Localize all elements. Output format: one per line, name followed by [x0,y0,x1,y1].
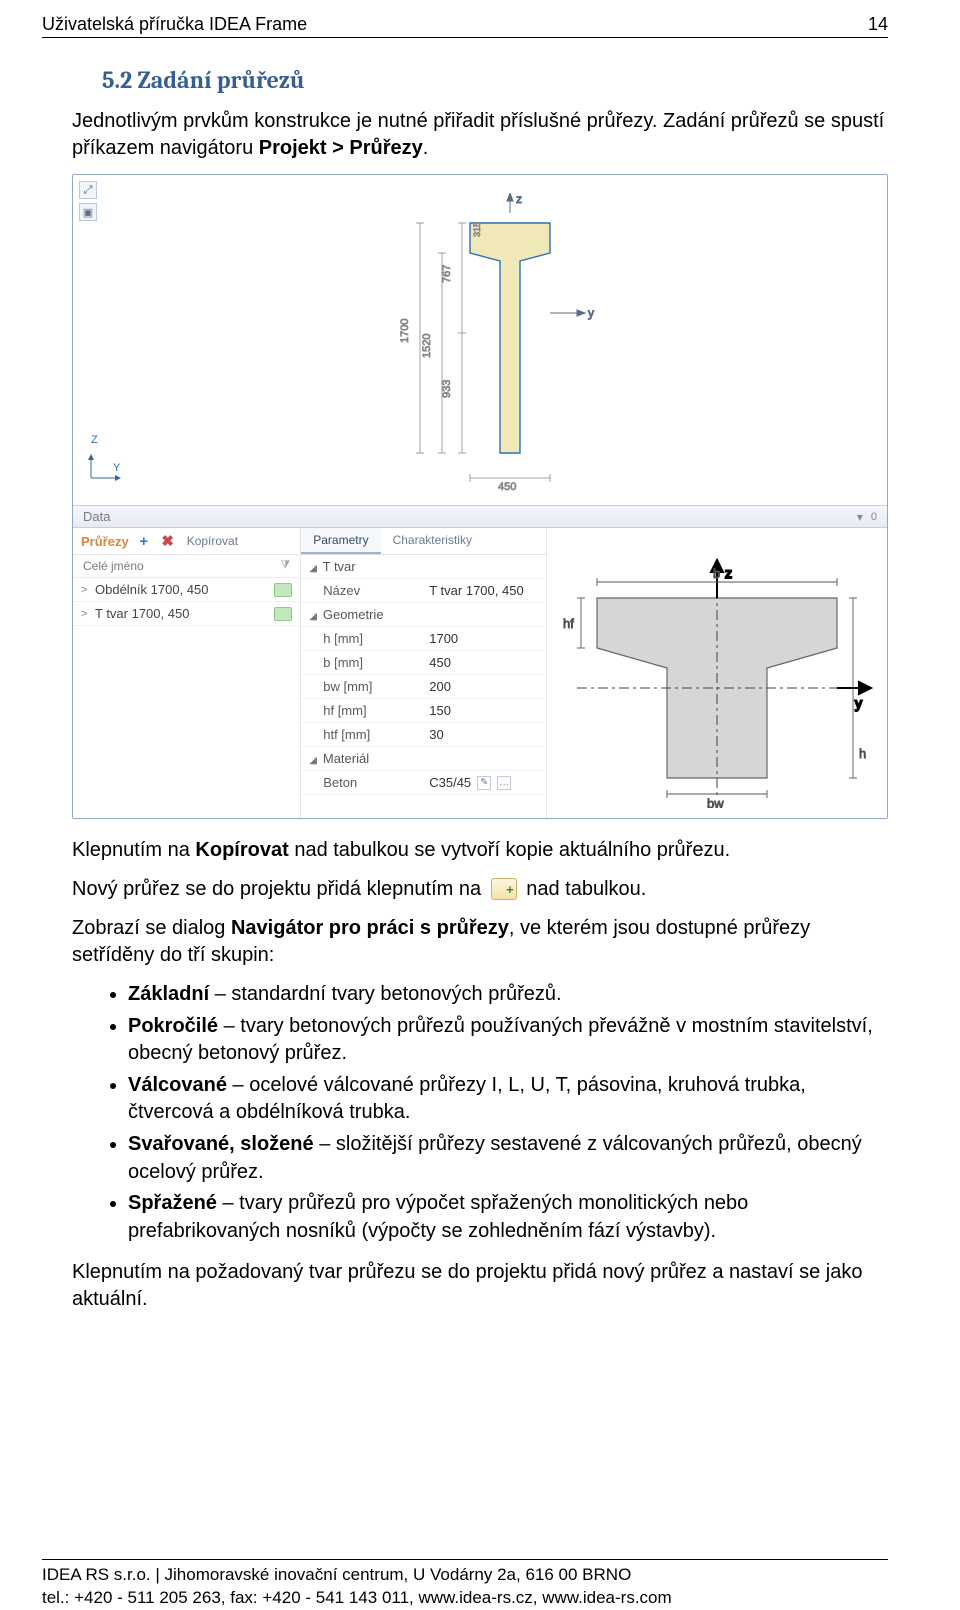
footer-line-1: IDEA RS s.r.o. | Jihomoravské inovační c… [42,1564,888,1587]
axis-y-label: y [588,306,594,320]
dim-small: 315 [472,222,482,237]
gizmo-z: Z [91,434,98,446]
data-panel-body: Průřezy + ✖ Kopírovat Celé jméno ⧩ > Obd… [73,528,887,818]
row-caret: > [81,584,95,596]
list-item: Základní – standardní tvary betonových p… [128,981,888,1009]
fit-icon[interactable]: ▣ [79,203,97,221]
section-list-panel: Průřezy + ✖ Kopírovat Celé jméno ⧩ > Obd… [73,528,301,818]
prop-hf: hf [mm]150 [301,699,546,723]
prop-h: h [mm]1700 [301,627,546,651]
expand-icon[interactable]: ⤢ [79,181,97,199]
group-geometry[interactable]: ◢ Geometrie [301,603,546,627]
dim-flange-w: 450 [498,481,516,493]
section-row[interactable]: > Obdélník 1700, 450 [73,578,300,602]
more-icon[interactable]: … [497,776,511,790]
paragraph-final: Klepnutím na požadovaný tvar průřezu se … [72,1259,888,1313]
edit-icon[interactable]: ✎ [477,776,491,790]
row-name: Obdélník 1700, 450 [95,582,274,597]
col-full-name: Celé jméno [83,559,144,573]
row-caret: > [81,608,95,620]
list-item: Válcované – ocelové válcované průřezy I,… [128,1072,888,1127]
prop-b: b [mm]450 [301,651,546,675]
page-header: Uživatelská příručka IDEA Frame 14 [42,14,888,38]
list-item: Pokročilé – tvary betonových průřezů pou… [128,1013,888,1068]
footer-line-2: tel.: +420 - 511 205 263, fax: +420 - 54… [42,1587,888,1610]
paragraph-navigator: Zobrazí se dialog Navigátor pro práci s … [72,915,888,969]
data-label: Data [83,509,110,524]
section-title: 5.2 Zadání průřezů [102,66,888,94]
refresh-icon[interactable] [274,583,292,597]
doc-title: Uživatelská příručka IDEA Frame [42,14,307,35]
prop-htf: htf [mm]30 [301,723,546,747]
paragraph-copy: Klepnutím na Kopírovat nad tabulkou se v… [72,837,888,864]
group-material[interactable]: ◢ Materiál [301,747,546,771]
viewport-toolbar: ⤢ ▣ [79,181,97,221]
data-panel-header: Data ▾ 0 [73,505,887,528]
copy-section-button[interactable]: Kopírovat [187,534,238,548]
filter-icon[interactable]: ⧩ [280,559,290,573]
tab-characteristics[interactable]: Charakteristiky [381,528,484,554]
schem-z: z [725,565,732,581]
pin-icon[interactable]: 0 [871,511,877,523]
cross-section-viewport: ⤢ ▣ z y [73,175,887,505]
axis-gizmo: Z Y [85,454,125,487]
dropdown-icon[interactable]: ▾ [857,510,863,524]
tab-parameters[interactable]: Parametry [301,528,380,554]
parametric-schematic: z y b hf h bw [547,528,887,818]
row-name: T tvar 1700, 450 [95,606,274,621]
axis-z-label: z [516,193,522,206]
property-tabs: Parametry Charakteristiky [301,528,546,555]
schem-y: y [855,695,862,711]
intro-paragraph: Jednotlivým prvkům konstrukce je nutné p… [72,108,888,162]
t-section-drawing: z y 1700 [350,193,610,493]
gizmo-y: Y [113,462,120,474]
prop-concrete: Beton C35/45 ✎ … [301,771,546,795]
delete-section-button[interactable]: ✖ [159,532,177,550]
list-item: Spřažené – tvary průřezů pro výpočet spř… [128,1190,888,1245]
section-list-title: Průřezy [81,534,129,549]
dim-bot: 933 [441,380,453,398]
schem-h: h [859,746,866,761]
add-icon [491,878,517,900]
list-item: Svařované, složené – složitější průřezy … [128,1131,888,1186]
schem-hf: hf [563,616,574,631]
app-screenshot: ⤢ ▣ z y [72,174,888,819]
add-section-button[interactable]: + [135,532,153,550]
section-list-column-header: Celé jméno ⧩ [73,555,300,578]
groups-list: Základní – standardní tvary betonových p… [128,981,888,1245]
prop-name: Název T tvar 1700, 450 [301,579,546,603]
page-footer: IDEA RS s.r.o. | Jihomoravské inovační c… [0,1559,960,1610]
section-row[interactable]: > T tvar 1700, 450 [73,602,300,626]
property-grid: Parametry Charakteristiky ◢ T tvar Název… [301,528,547,818]
section-list-header: Průřezy + ✖ Kopírovat [73,528,300,555]
dim-h-total: 1700 [399,319,411,343]
dim-top: 767 [441,265,453,283]
prop-bw: bw [mm]200 [301,675,546,699]
paragraph-add: Nový průřez se do projektu přidá klepnut… [72,876,888,903]
page-number: 14 [868,14,888,35]
refresh-icon[interactable] [274,607,292,621]
schem-b: b [713,566,720,581]
dim-h-web: 1520 [421,334,433,358]
group-shape[interactable]: ◢ T tvar [301,555,546,579]
schem-bw: bw [707,796,724,808]
